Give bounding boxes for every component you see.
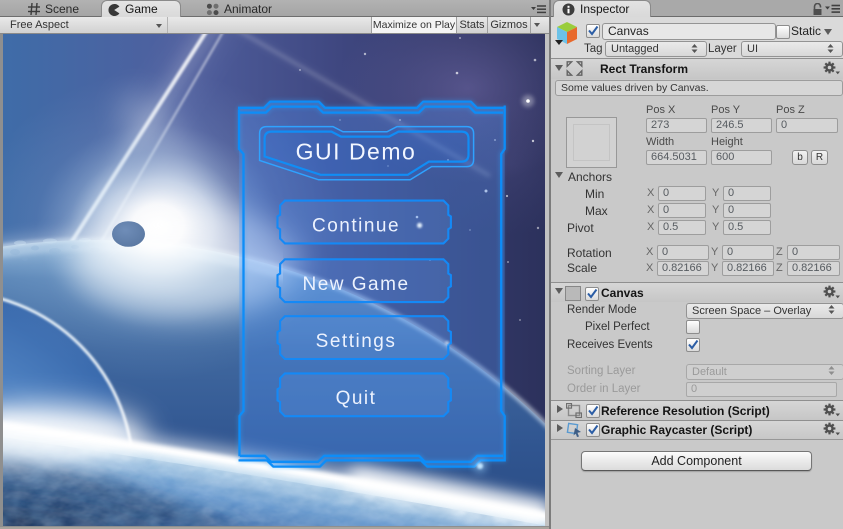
svg-text:GUI Demo: GUI Demo xyxy=(296,139,417,165)
svg-text:Settings: Settings xyxy=(316,331,397,352)
svg-text:Continue: Continue xyxy=(312,215,400,236)
svg-text:New Game: New Game xyxy=(302,274,409,295)
svg-text:Quit: Quit xyxy=(336,388,377,409)
